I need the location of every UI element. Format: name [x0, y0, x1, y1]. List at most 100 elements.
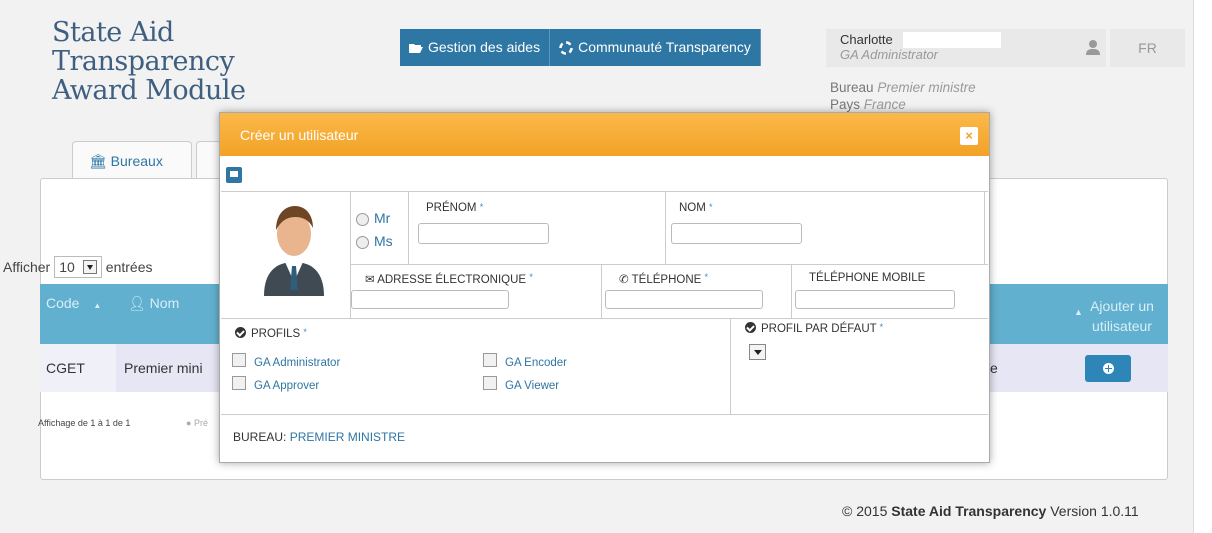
checkbox-ga-administrator[interactable]	[232, 353, 246, 367]
prenom-label: PRÉNOM *	[426, 202, 483, 214]
required-mark: *	[704, 272, 709, 282]
page-length-select[interactable]: 10	[54, 256, 102, 278]
tab-bureaux[interactable]: 🏛︎ Bureaux	[72, 141, 192, 179]
save-icon[interactable]	[226, 167, 242, 183]
page-length-control: Afficher 10 entrées	[3, 256, 153, 278]
required-mark: *	[879, 322, 884, 332]
radio-mr-label: Mr	[374, 210, 391, 226]
nav-communaute-transparency[interactable]: Communauté Transparency	[550, 29, 761, 66]
plus-circle-icon	[1102, 363, 1114, 374]
radio-ms-label: Ms	[374, 233, 393, 249]
divider	[730, 318, 731, 414]
user-icon: 👤︎	[128, 295, 146, 311]
previous-icon: ●	[186, 418, 192, 428]
footer-version: Version 1.0.11	[1050, 503, 1139, 519]
checkbox-ga-approver[interactable]	[232, 376, 246, 390]
label-ga-viewer: GA Viewer	[505, 380, 560, 392]
nav-communaute-label: Communauté Transparency	[578, 39, 751, 55]
sort-icon: ▲	[1074, 307, 1083, 317]
column-add-user[interactable]: ▲ Ajouter un utilisateur	[1074, 296, 1154, 336]
default-profile-select[interactable]	[749, 344, 766, 360]
table-info: Affichage de 1 à 1 de 1	[38, 418, 131, 428]
check-circle-icon	[745, 322, 756, 333]
bureau-line-label: BUREAU:	[233, 430, 287, 444]
divider	[601, 264, 602, 318]
bank-icon: 🏛︎	[89, 153, 107, 169]
required-mark: *	[529, 272, 533, 282]
envelope-icon: ✉	[365, 274, 375, 286]
user-icon	[1086, 40, 1100, 55]
radio-mr[interactable]: Mr	[356, 210, 390, 226]
check-circle-icon	[235, 327, 246, 338]
avatar	[264, 206, 324, 296]
mobile-label-text: TÉLÉPHONE MOBILE	[809, 272, 926, 284]
language-selector[interactable]: FR	[1110, 29, 1185, 67]
top-navigation: Gestion des aides Communauté Transparenc…	[400, 29, 761, 66]
bureau-line-value: PREMIER MINISTRE	[289, 430, 406, 444]
footer: © 2015 State Aid Transparency Version 1.…	[842, 503, 1139, 519]
modal-title: Créer un utilisateur	[240, 127, 359, 143]
prenom-label-text: PRÉNOM	[426, 202, 477, 214]
divider	[984, 192, 985, 264]
phone-label: ✆ TÉLÉPHONE *	[619, 272, 708, 286]
modal-header: Créer un utilisateur ×	[220, 113, 989, 156]
nav-gestion-des-aides[interactable]: Gestion des aides	[400, 29, 551, 66]
life-ring-icon	[559, 40, 573, 55]
previous-label: Pré	[193, 418, 208, 428]
divider	[350, 264, 988, 265]
column-code-label: Code	[46, 295, 80, 311]
nav-gestion-label: Gestion des aides	[428, 39, 541, 55]
cell-trailing: e	[990, 360, 998, 376]
prenom-input[interactable]	[418, 223, 549, 244]
phone-icon: ✆	[619, 274, 629, 286]
radio-button[interactable]	[356, 212, 369, 226]
tab-bureaux-label: Bureaux	[110, 153, 163, 169]
bureau-label: Bureau	[830, 80, 874, 95]
create-user-modal: Créer un utilisateur × Mr Ms PRÉNOM * NO…	[219, 112, 990, 463]
label-ga-encoder: GA Encoder	[505, 357, 568, 369]
email-input[interactable]	[351, 290, 509, 309]
radio-ms[interactable]: Ms	[356, 233, 393, 249]
close-icon[interactable]: ×	[960, 127, 978, 145]
modal-body: Mr Ms PRÉNOM * NOM * ✉ ADRESSE ÉLECTRONI…	[221, 191, 988, 453]
footer-copyright: © 2015	[842, 503, 888, 519]
mobile-input[interactable]	[795, 290, 955, 309]
checkbox-ga-viewer[interactable]	[483, 376, 497, 390]
radio-button[interactable]	[356, 235, 369, 249]
office-info: Bureau Premier ministre Pays France	[830, 79, 976, 113]
divider	[665, 192, 666, 264]
column-add-label: Ajouter un utilisateur	[1090, 298, 1154, 334]
profiles-label-text: PROFILS	[251, 328, 301, 340]
brand-line-2: Transparency	[52, 46, 235, 77]
required-mark: *	[479, 202, 484, 212]
add-user-button[interactable]	[1085, 355, 1131, 382]
required-mark: *	[303, 327, 307, 337]
divider	[791, 264, 792, 318]
label-ga-approver: GA Approver	[254, 380, 320, 392]
default-profile-label-text: PROFIL PAR DÉFAUT	[761, 323, 877, 335]
show-label: Afficher	[3, 259, 51, 275]
nom-input[interactable]	[671, 223, 802, 244]
column-code[interactable]: Code ▲	[46, 295, 101, 311]
redacted-surname	[903, 32, 1001, 48]
user-menu[interactable]: Charlotte GA Administrator	[826, 29, 1106, 67]
phone-label-text: TÉLÉPHONE	[631, 274, 702, 286]
pagination-previous[interactable]: ● Pré	[186, 418, 208, 428]
mobile-label: TÉLÉPHONE MOBILE	[809, 272, 925, 284]
brand-title[interactable]: State Aid Transparency Award Module	[52, 18, 246, 105]
column-nom-label: Nom	[149, 295, 180, 311]
column-nom[interactable]: 👤︎ Nom	[128, 295, 179, 312]
bureau-value: Premier ministre	[877, 80, 976, 95]
divider	[221, 318, 988, 319]
phone-input[interactable]	[605, 290, 763, 309]
bureau-line: BUREAU: PREMIER MINISTRE	[233, 430, 405, 444]
entries-label: entrées	[105, 259, 153, 275]
footer-app-name: State Aid Transparency	[891, 503, 1047, 519]
checkbox-ga-encoder[interactable]	[483, 353, 497, 367]
divider	[408, 192, 409, 264]
user-name: Charlotte	[840, 32, 893, 47]
page-length-value: 10	[59, 259, 75, 275]
nom-label-text: NOM	[679, 202, 706, 214]
user-role: GA Administrator	[840, 47, 939, 62]
cell-code: CGET	[40, 344, 116, 392]
